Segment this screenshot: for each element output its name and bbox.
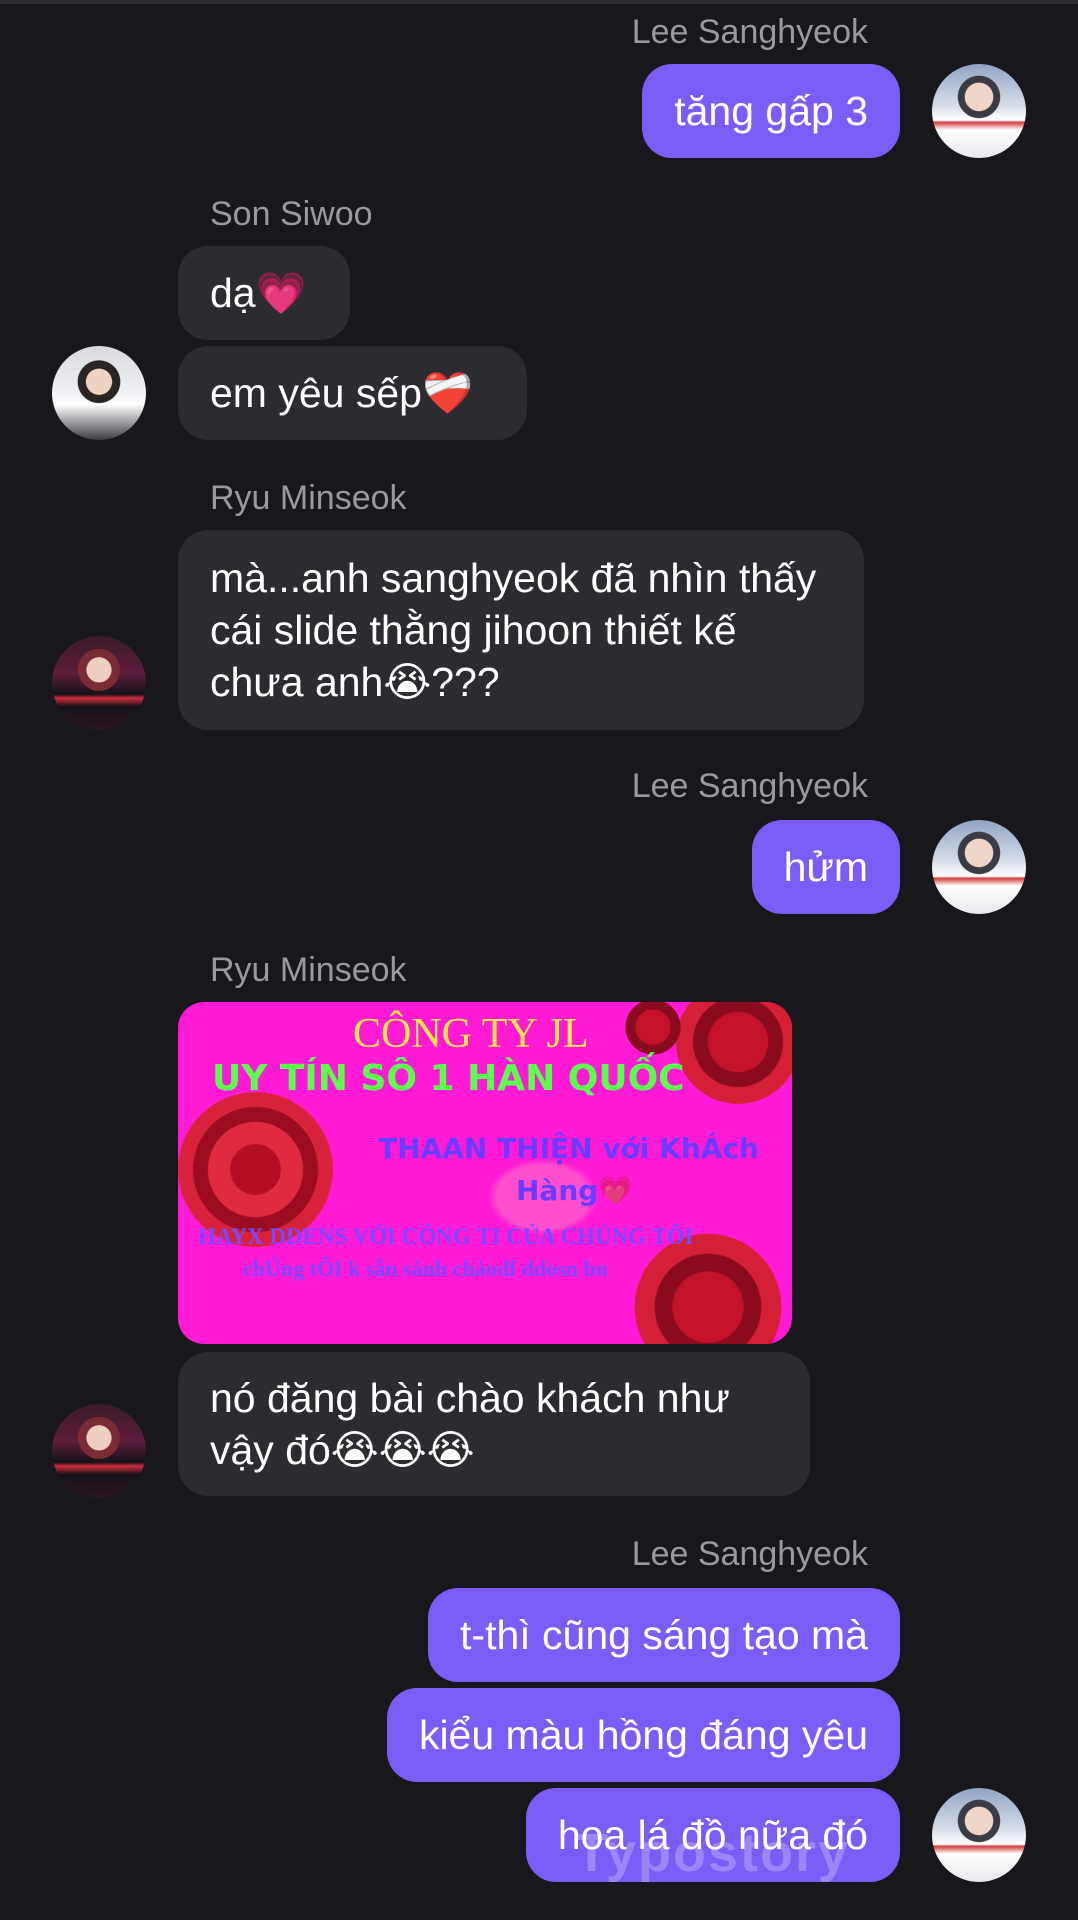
slide-text: Hàng💗	[516, 1174, 634, 1207]
message-bubble-incoming[interactable]: mà...anh sanghyeok đã nhìn thấy cái slid…	[178, 530, 864, 730]
message-bubble-incoming[interactable]: dạ💗	[178, 246, 350, 340]
shared-image-slide[interactable]: CÔNG TY JL UY TÍN SÔ 1 HÀN QUỐC THAAN TH…	[178, 1002, 792, 1344]
sender-name: Lee Sanghyeok	[631, 1535, 868, 1573]
avatar-lee-sanghyeok[interactable]	[932, 64, 1026, 158]
watermark: Typostory	[575, 1823, 851, 1883]
sender-name: Ryu Minseok	[210, 951, 407, 989]
message-bubble-outgoing[interactable]: hửm	[751, 820, 900, 914]
avatar-lee-sanghyeok[interactable]	[932, 1788, 1026, 1882]
avatar-lee-sanghyeok[interactable]	[932, 820, 1026, 914]
message-bubble-outgoing[interactable]: kiểu màu hồng đáng yêu	[386, 1688, 900, 1782]
slide-text: chÚng tÔI k sẵn sành chàodf ddosn bn	[243, 1256, 608, 1281]
top-divider	[0, 0, 1078, 4]
message-bubble-outgoing[interactable]: tăng gấp 3	[642, 64, 900, 158]
sender-name: Lee Sanghyeok	[631, 13, 868, 51]
slide-subtitle: UY TÍN SÔ 1 HÀN QUỐC	[212, 1058, 685, 1099]
sender-name: Son Siwoo	[210, 195, 373, 233]
message-bubble-incoming[interactable]: nó đăng bài chào khách như vậy đó😭😭😭	[178, 1352, 810, 1496]
slide-title: CÔNG TY JL	[353, 1011, 589, 1057]
sender-name: Ryu Minseok	[210, 479, 407, 517]
avatar-ryu-minseok[interactable]	[52, 1404, 146, 1498]
message-bubble-outgoing[interactable]: t-thì cũng sáng tạo mà	[428, 1588, 900, 1682]
sender-name: Lee Sanghyeok	[631, 767, 868, 805]
message-bubble-incoming[interactable]: em yêu sếp❤️‍🩹	[178, 346, 527, 440]
slide-text: THAAN THIỆN với KhÁch	[378, 1132, 759, 1165]
slide-text: HAYX DDENS VỚI CÔNG TI CỦA CHÚNG TÔI	[198, 1224, 694, 1249]
avatar-son-siwoo[interactable]	[52, 346, 146, 440]
avatar-ryu-minseok[interactable]	[52, 636, 146, 730]
